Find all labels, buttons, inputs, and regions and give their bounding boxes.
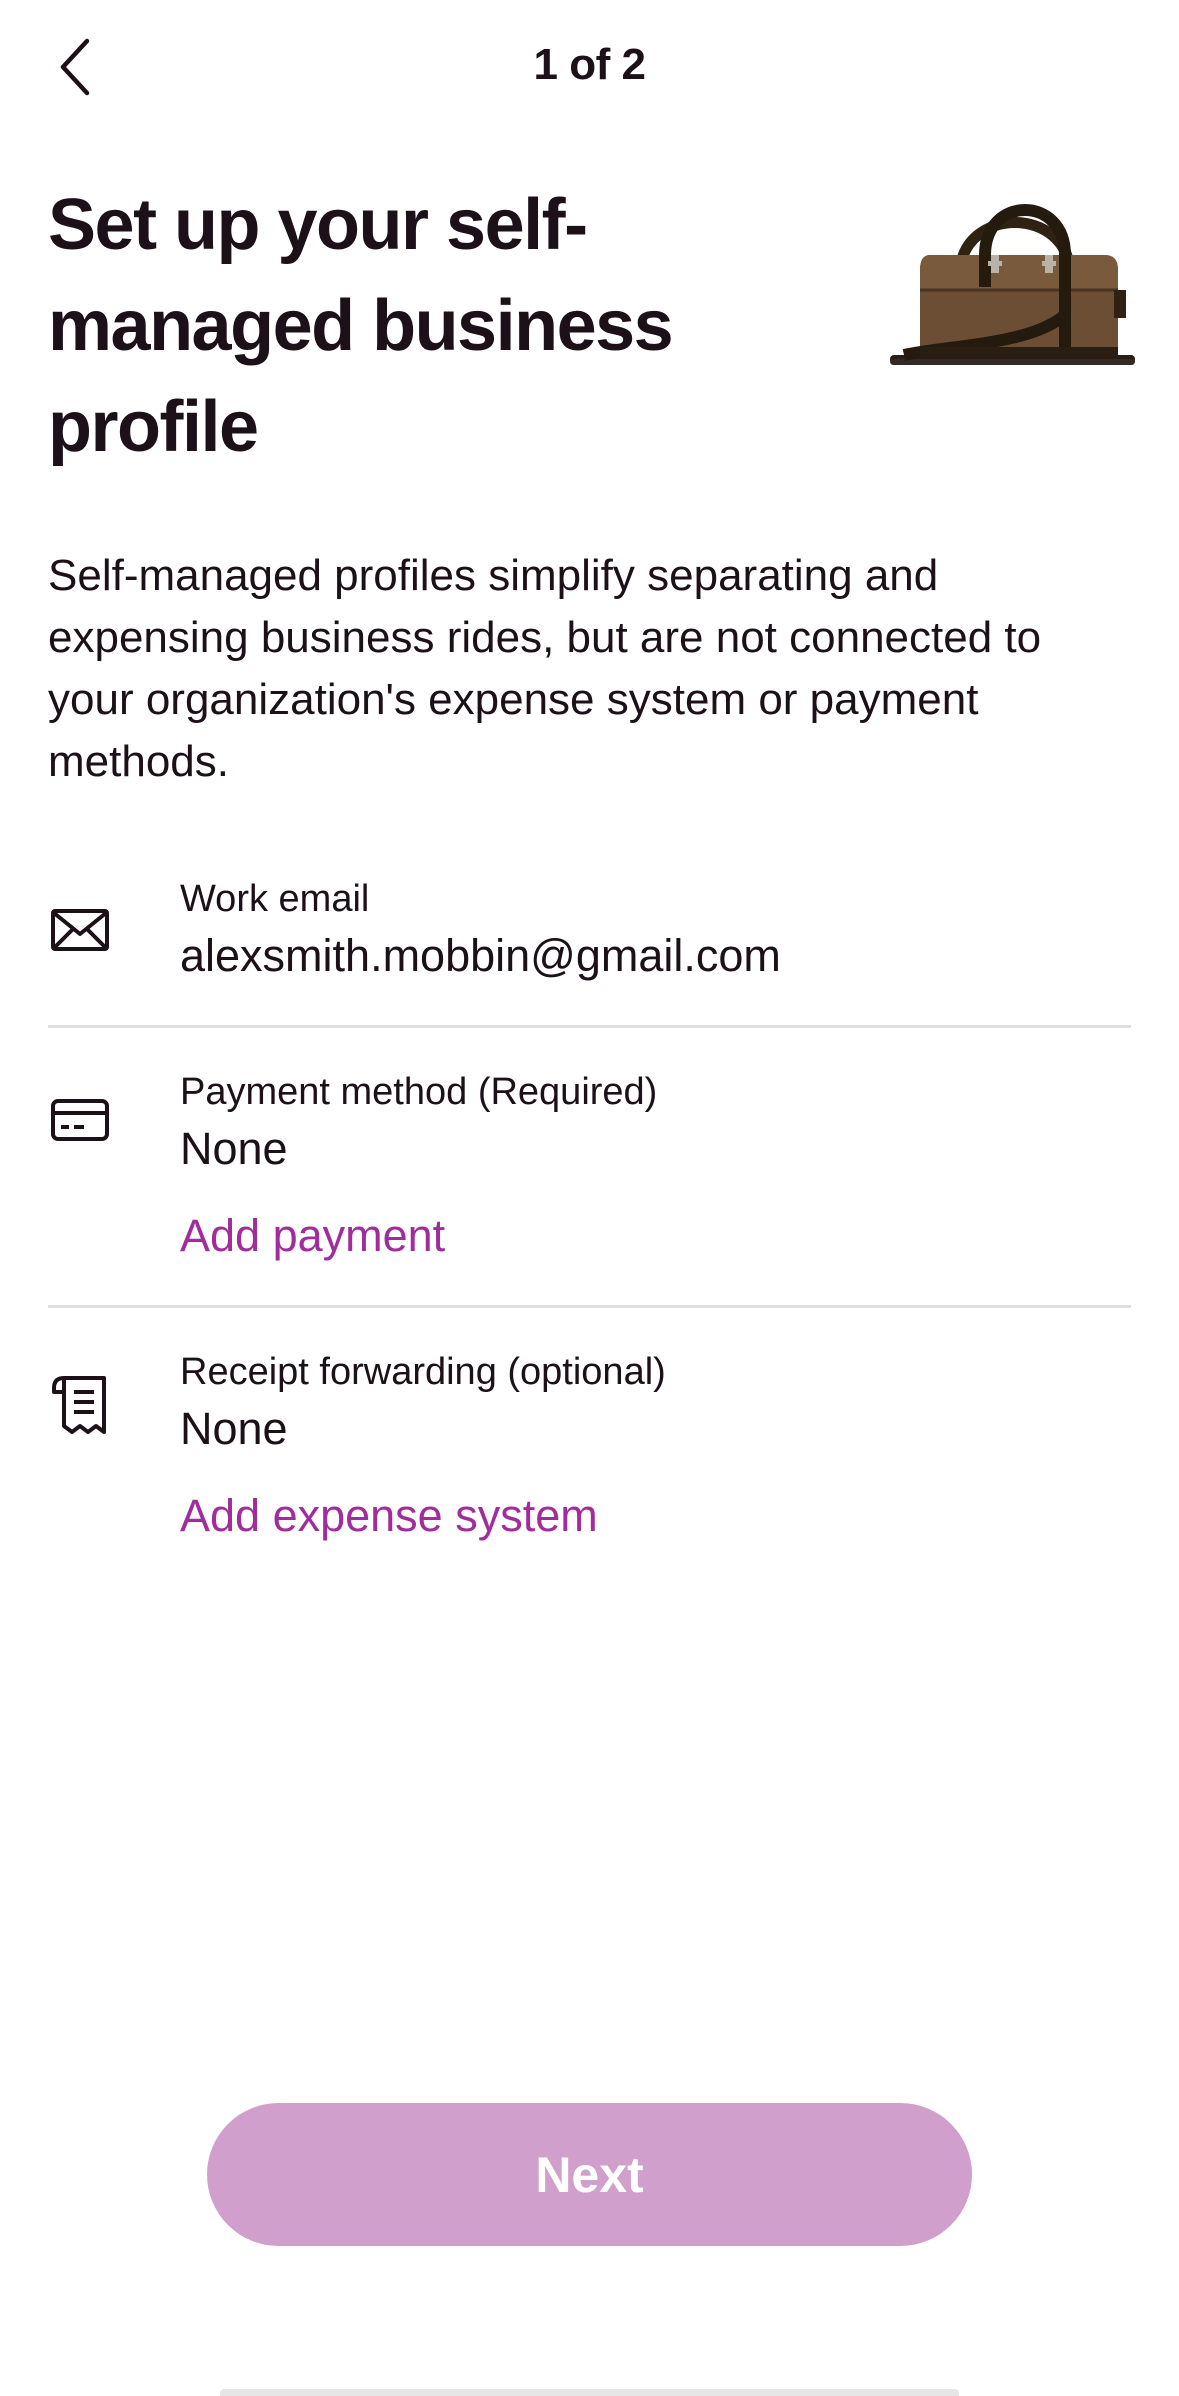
work-email-label: Work email [180, 878, 370, 920]
home-indicator [220, 2389, 959, 2396]
envelope-icon [48, 898, 112, 962]
page-title: Set up your self-managed business profil… [48, 185, 674, 467]
work-email-row: Work email alexsmith.mobbin@gmail.com [48, 870, 1131, 1010]
top-bar: 1 of 2 [0, 0, 1179, 140]
divider [48, 1305, 1131, 1308]
payment-method-label: Payment method (Required) [180, 1071, 658, 1113]
payment-method-value: None [180, 1123, 288, 1174]
divider [48, 1025, 1131, 1028]
add-payment-link[interactable]: Add payment [180, 1208, 445, 1264]
step-indicator: 1 of 2 [533, 40, 646, 89]
credit-card-icon [48, 1088, 112, 1152]
next-button[interactable]: Next [207, 2103, 972, 2246]
intro-description: Self-managed profiles simplify separatin… [48, 551, 1042, 786]
add-expense-system-link[interactable]: Add expense system [180, 1488, 598, 1544]
work-email-value: alexsmith.mobbin@gmail.com [180, 930, 781, 981]
next-button-label: Next [535, 2146, 644, 2203]
receipt-icon [48, 1373, 112, 1437]
payment-method-row: Payment method (Required) None Add payme… [48, 1063, 1131, 1293]
receipt-forwarding-value: None [180, 1403, 288, 1454]
briefcase-illustration [890, 204, 1135, 365]
receipt-forwarding-label: Receipt forwarding (optional) [180, 1351, 666, 1393]
receipt-forwarding-row: Receipt forwarding (optional) None Add e… [48, 1343, 1131, 1573]
